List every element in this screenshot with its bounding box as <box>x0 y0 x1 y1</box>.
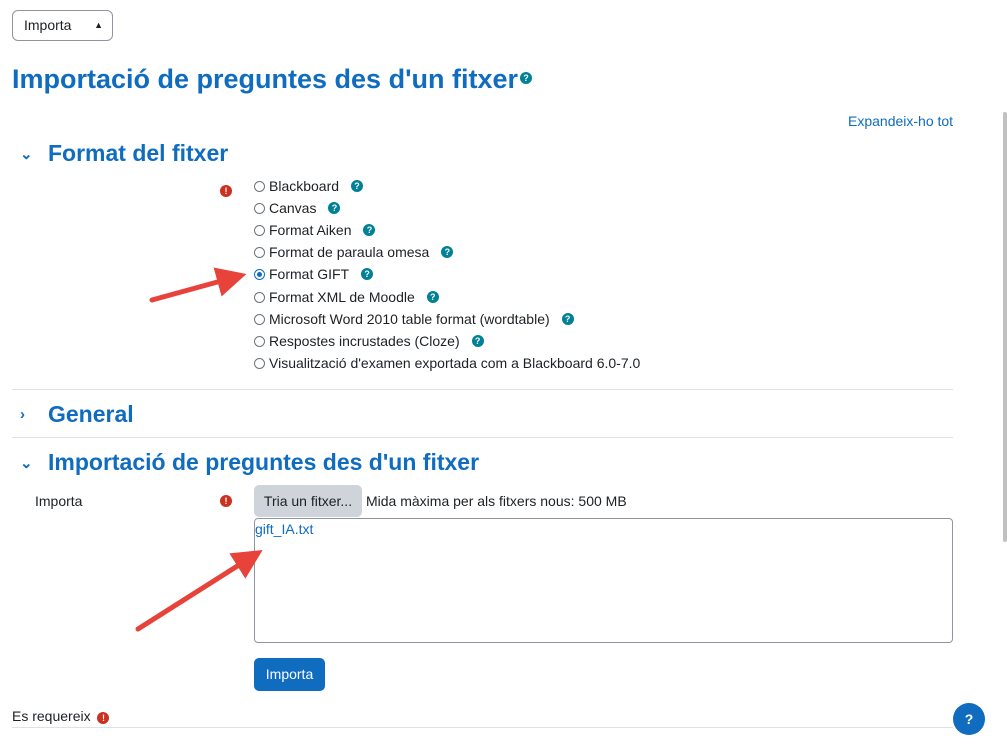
annotation-arrows <box>135 267 263 632</box>
annotation-arrow <box>135 549 263 632</box>
annotation-arrow <box>149 267 247 303</box>
